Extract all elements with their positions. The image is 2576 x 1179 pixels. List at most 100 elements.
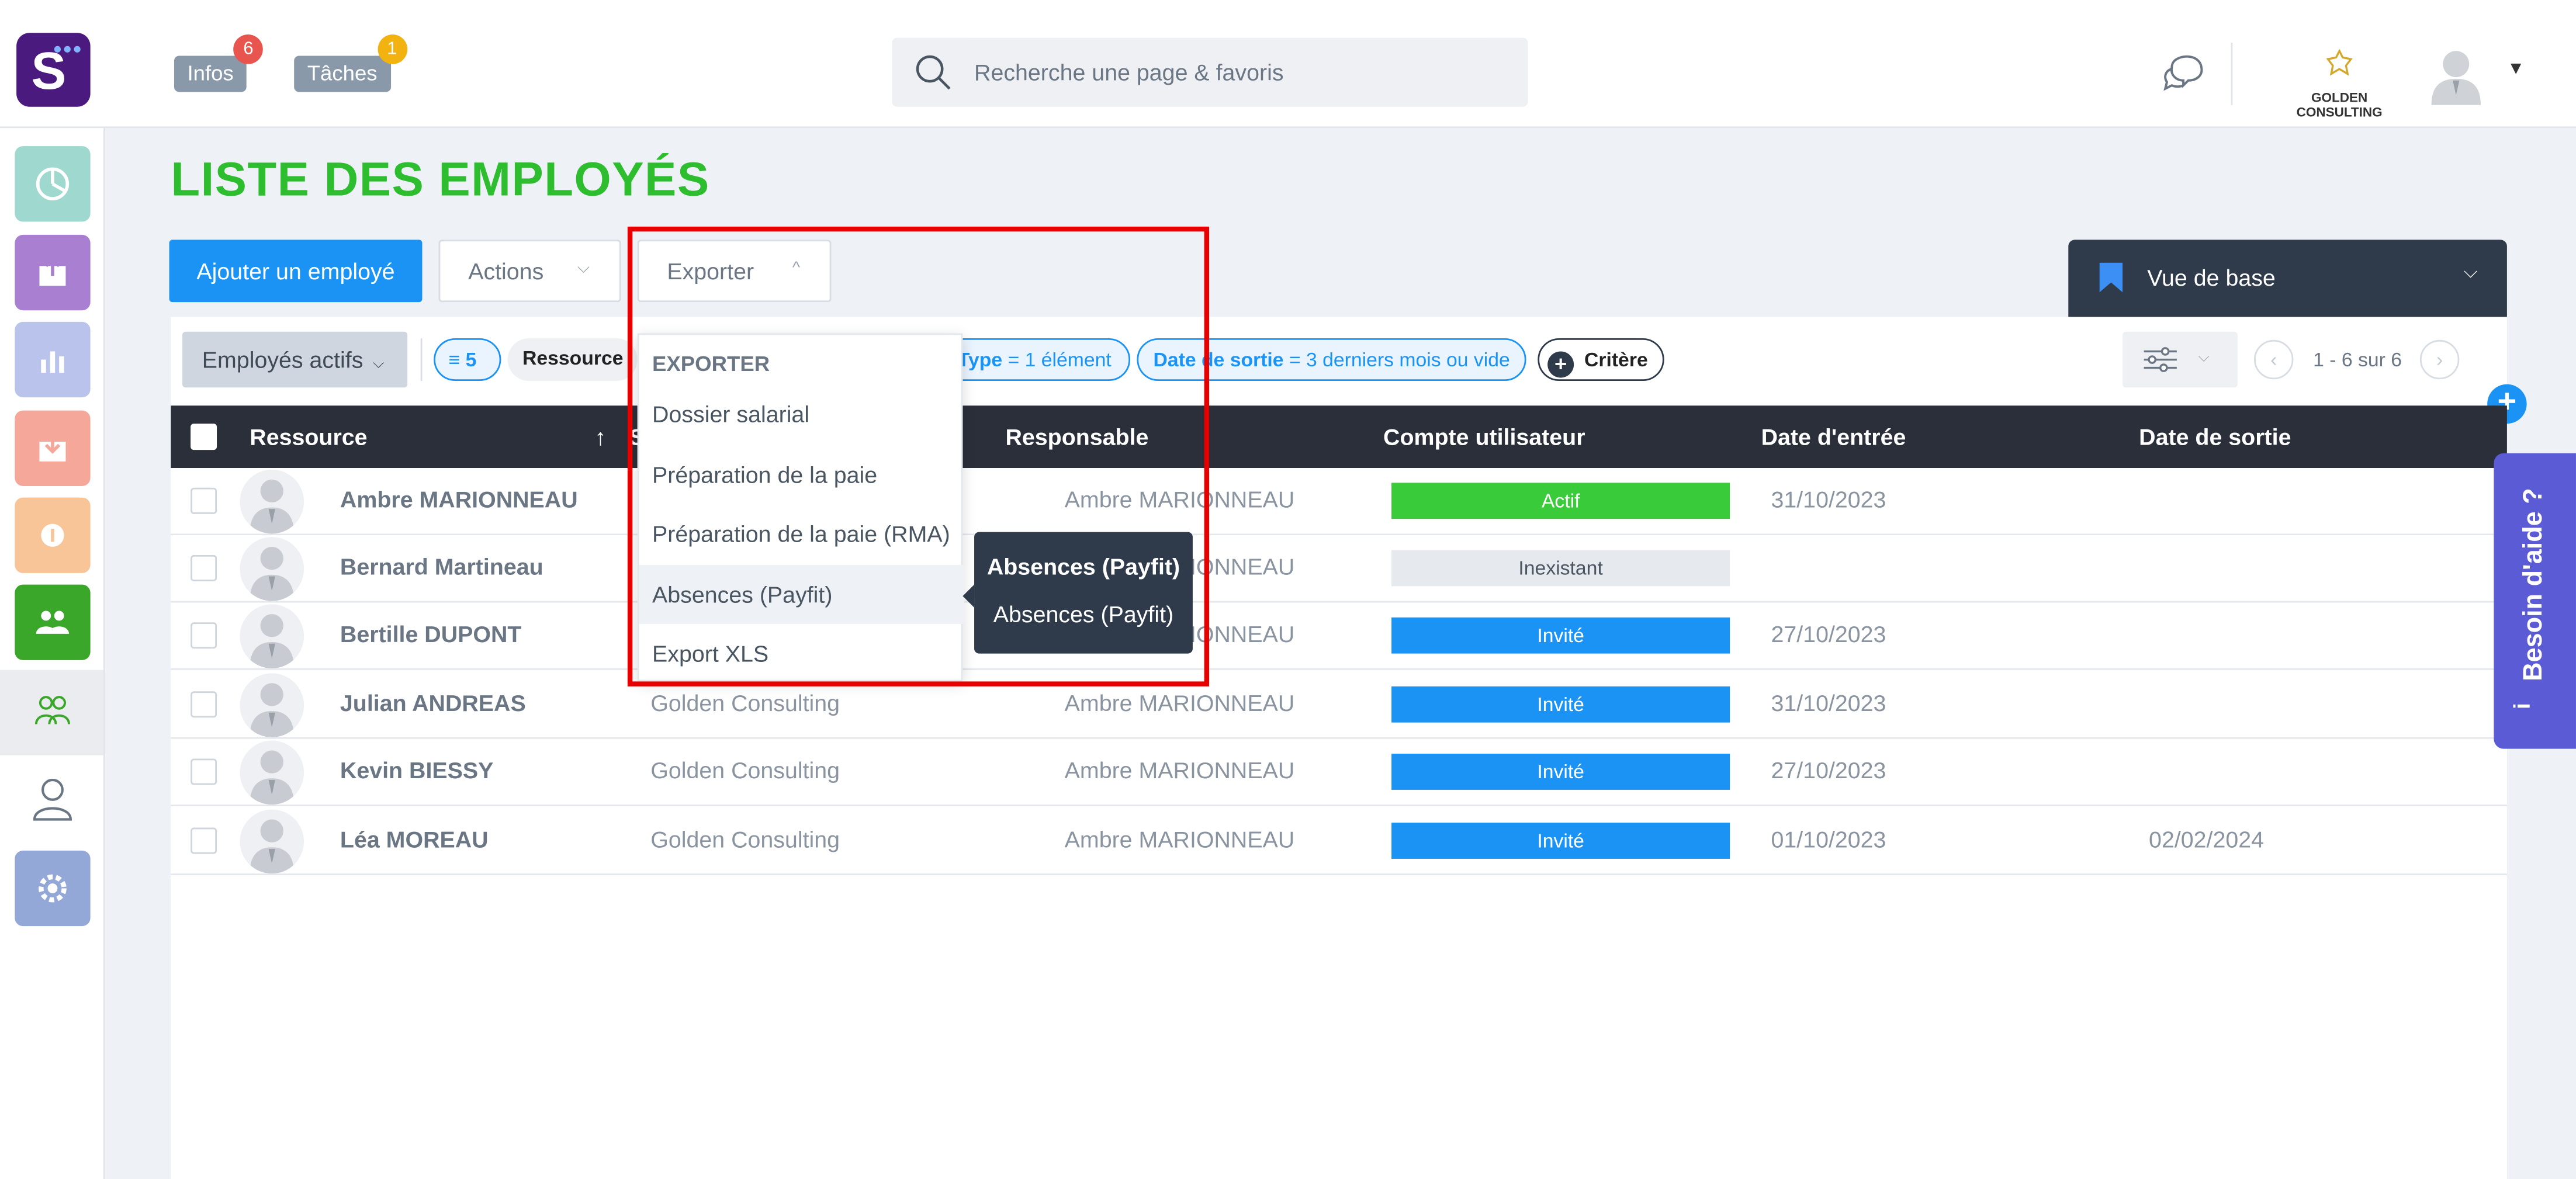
- status-badge: Inexistant: [1391, 550, 1730, 587]
- table-row[interactable]: Kevin BIESSY Golden Consulting Ambre MARIO…: [171, 738, 2507, 807]
- tooltip-arrow: [962, 584, 975, 608]
- view-selector[interactable]: Vue de base ⌵: [2068, 240, 2507, 317]
- pager-prev-button[interactable]: ‹: [2253, 339, 2294, 380]
- dashboard-icon: [36, 167, 70, 200]
- table-row[interactable]: Bernard MartineauAmbre MARIONNEAUInexist…: [171, 535, 2507, 603]
- employee-manager: Ambre MARIONNEAU: [1064, 757, 1295, 783]
- employee-name[interactable]: Bernard Martineau: [340, 553, 543, 580]
- sliders-icon: [2144, 347, 2177, 372]
- menu-item-preparation-paie-rma[interactable]: Préparation de la paie (RMA): [639, 504, 965, 563]
- row-checkbox[interactable]: [191, 827, 217, 854]
- export-menu-header: EXPORTER: [652, 351, 770, 376]
- sidebar-item-finance[interactable]: [15, 497, 91, 573]
- sidebar-item-upload[interactable]: [15, 234, 91, 311]
- filter-chip-date-key: Date de sortie: [1153, 348, 1284, 372]
- table-row[interactable]: Ambre MARIONNEAU Ambre MARIONNEAU Actif 31/…: [171, 468, 2507, 536]
- search-bar[interactable]: [892, 37, 1528, 107]
- chevron-down-icon: ⌵: [372, 355, 385, 372]
- filter-icon: ≡: [448, 348, 461, 372]
- sidebar: [0, 128, 105, 1179]
- status-badge: Invité: [1391, 617, 1730, 654]
- employee-company: Golden Consulting: [650, 757, 840, 783]
- company-name: GOLDEN CONSULTING: [2296, 90, 2383, 120]
- export-button[interactable]: Exporter ^: [637, 240, 832, 303]
- page-title: LISTE DES EMPLOYÉS: [171, 154, 710, 207]
- taches-button[interactable]: Tâches 1: [294, 34, 407, 92]
- table-row[interactable]: Julian ANDREAS Golden Consulting Ambre MAR…: [171, 671, 2507, 739]
- view-label: Vue de base: [2147, 264, 2276, 291]
- menu-item-export-xls[interactable]: Export XLS: [639, 624, 965, 683]
- team-icon: [36, 611, 70, 634]
- logo-dots: [54, 46, 81, 53]
- employee-start-date: 27/10/2023: [1771, 620, 1886, 647]
- info-icon: i: [2508, 703, 2535, 710]
- active-filter-dropdown[interactable]: Employés actifs ⌵: [182, 331, 408, 388]
- col-date-sortie[interactable]: Date de sortie: [2139, 424, 2291, 450]
- filter-chip-date-value: = 3 derniers mois ou vide: [1289, 348, 1510, 372]
- user-menu-caret-icon[interactable]: ▼: [2507, 59, 2525, 79]
- filter-divider: [420, 338, 423, 382]
- search-input[interactable]: [974, 54, 1500, 91]
- pager-next-button[interactable]: ›: [2419, 339, 2460, 380]
- settings-icon: [39, 874, 67, 903]
- sidebar-item-settings[interactable]: [15, 850, 91, 927]
- chat-icon[interactable]: [2162, 53, 2208, 95]
- filter-count-chip[interactable]: ≡ 5: [434, 338, 501, 382]
- row-checkbox[interactable]: [191, 758, 217, 785]
- help-tab[interactable]: Besoin d'aide ? i: [2494, 453, 2576, 749]
- employee-start-date: 31/10/2023: [1771, 689, 1886, 716]
- sidebar-item-dashboard[interactable]: [15, 146, 91, 222]
- menu-item-dossier-salarial[interactable]: Dossier salarial: [639, 384, 965, 443]
- row-checkbox[interactable]: [191, 554, 217, 581]
- table-header: Ressource ↑ S Responsable Compte utilisa…: [171, 405, 2507, 469]
- chevron-down-icon: ⌵: [577, 259, 590, 278]
- company-logo[interactable]: GOLDEN CONSULTING: [2267, 48, 2411, 120]
- status-badge: Invité: [1391, 754, 1730, 790]
- menu-item-absences-payfit[interactable]: Absences (Payfit): [639, 564, 965, 625]
- user-icon[interactable]: [28, 775, 77, 824]
- sidebar-item-employees[interactable]: [0, 670, 104, 755]
- filter-chip-resource[interactable]: Ressource: [507, 338, 638, 382]
- app-logo[interactable]: S: [16, 33, 91, 107]
- menu-item-preparation-paie[interactable]: Préparation de la paie: [639, 445, 965, 504]
- employee-name[interactable]: Julian ANDREAS: [340, 689, 526, 716]
- help-label: Besoin d'aide ?: [2520, 488, 2549, 681]
- row-checkbox[interactable]: [191, 487, 217, 514]
- filter-chip-resource-label: Ressource: [522, 346, 624, 370]
- select-all-checkbox[interactable]: [191, 424, 217, 450]
- sidebar-item-download[interactable]: [15, 410, 91, 486]
- employee-name[interactable]: Léa MOREAU: [340, 826, 489, 852]
- col-responsable[interactable]: Responsable: [1005, 424, 1148, 450]
- employee-name[interactable]: Ambre MARIONNEAU: [340, 486, 578, 512]
- employee-name[interactable]: Bertille DUPONT: [340, 620, 522, 647]
- employee-start-date: 31/10/2023: [1771, 486, 1886, 512]
- table-row[interactable]: Léa MOREAU Golden Consulting Ambre MARIONN…: [171, 807, 2507, 876]
- tooltip: Absences (Payfit) Absences (Payfit): [962, 532, 1193, 654]
- bar-chart-icon: [41, 351, 64, 373]
- filter-chip-type-value: = 1 élément: [1007, 348, 1112, 372]
- sidebar-item-team[interactable]: [15, 584, 91, 660]
- bookmark-icon: [2099, 262, 2123, 293]
- taches-badge: 1: [377, 34, 407, 64]
- table-row[interactable]: Bertille DUPONTAmbre MARIONNEAUInvité27/…: [171, 602, 2507, 670]
- avatar: [240, 469, 304, 534]
- add-criteria-chip[interactable]: + Critère: [1538, 338, 1664, 382]
- employee-start-date: 27/10/2023: [1771, 757, 1886, 783]
- chevron-up-icon: ^: [792, 259, 801, 278]
- col-compte-utilisateur[interactable]: Compte utilisateur: [1383, 424, 1585, 450]
- col-ressource[interactable]: Ressource: [250, 424, 367, 450]
- sidebar-item-reports[interactable]: [15, 321, 91, 398]
- infos-button[interactable]: Infos 6: [174, 34, 264, 92]
- actions-button[interactable]: Actions ⌵: [438, 240, 621, 303]
- employee-manager: Ambre MARIONNEAU: [1064, 689, 1295, 716]
- sort-arrow-icon[interactable]: ↑: [595, 424, 607, 450]
- column-settings-button[interactable]: ⌵: [2123, 331, 2238, 388]
- add-employee-button[interactable]: Ajouter un employé: [169, 240, 423, 303]
- filter-chip-date-sortie[interactable]: Date de sortie = 3 derniers mois ou vide: [1137, 338, 1526, 382]
- col-date-entree[interactable]: Date d'entrée: [1761, 424, 1906, 450]
- chevron-down-icon: ⌵: [2463, 262, 2478, 283]
- employee-name[interactable]: Kevin BIESSY: [340, 757, 493, 783]
- row-checkbox[interactable]: [191, 622, 217, 649]
- user-avatar[interactable]: [2428, 46, 2484, 105]
- row-checkbox[interactable]: [191, 691, 217, 718]
